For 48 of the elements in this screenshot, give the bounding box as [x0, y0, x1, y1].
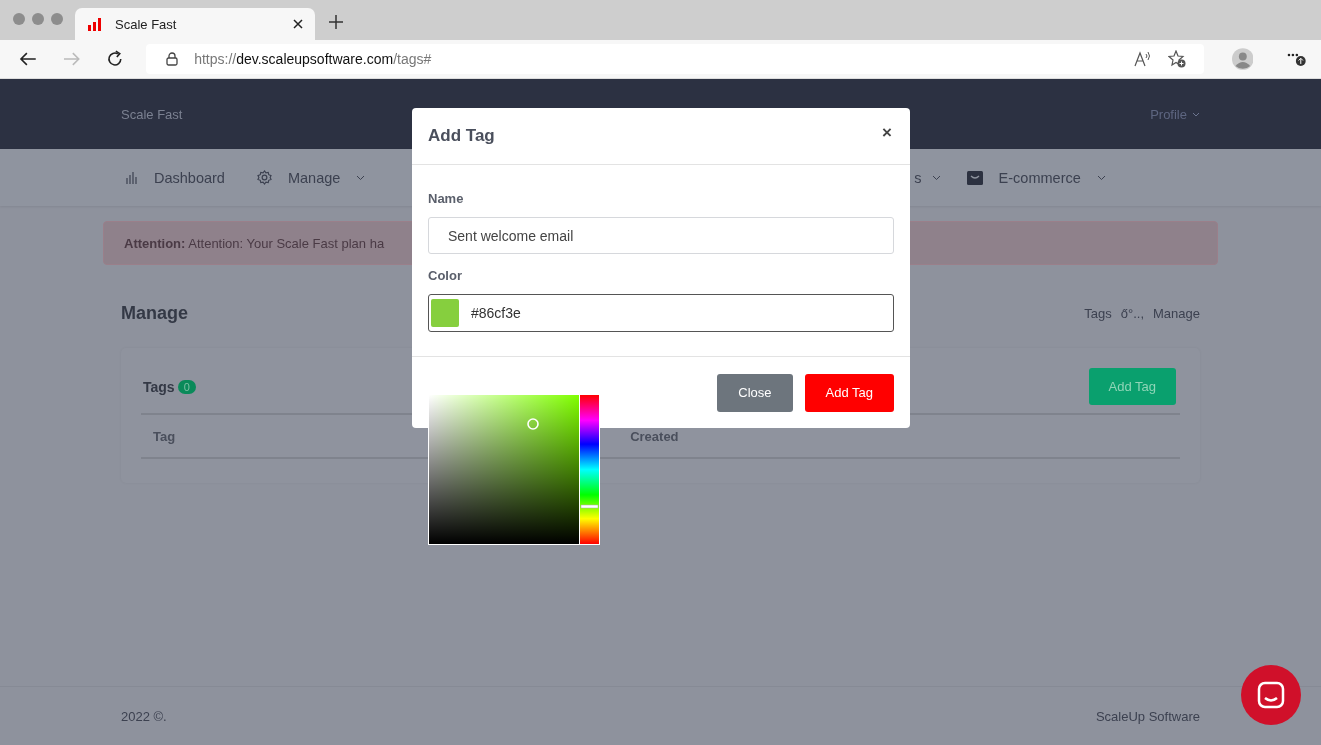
breadcrumb-item[interactable]: ő°..,: [1120, 306, 1144, 321]
menu-item[interactable]: Manage: [287, 169, 341, 186]
menu-item[interactable]: s: [914, 169, 922, 186]
new-tab-icon[interactable]: [329, 15, 343, 29]
brand-name[interactable]: Scale Fast: [121, 106, 183, 122]
chevron-down-icon: [1192, 111, 1200, 117]
copyright-text: 2022 ©.: [121, 708, 167, 724]
column-header: Created: [630, 429, 679, 444]
alert-text: Attention: Attention: Your Scale Fast plan ha: [124, 235, 385, 251]
dialog-title: Add Tag: [428, 126, 495, 146]
bar-chart-icon: [87, 17, 103, 31]
menu-item[interactable]: E-commerce: [998, 169, 1081, 186]
star-plus-icon[interactable]: [1167, 50, 1186, 68]
avatar-icon[interactable]: [1231, 48, 1254, 70]
browser-tab[interactable]: Scale Fast: [75, 8, 315, 40]
name-field[interactable]: Sent welcome email: [428, 217, 894, 254]
add-tag-button[interactable]: Add Tag: [1088, 368, 1176, 405]
add-tag-button[interactable]: Add Tag: [804, 373, 894, 412]
close-button[interactable]: Close: [717, 373, 793, 412]
color-picker-drawing[interactable]: [428, 394, 600, 545]
close-button[interactable]: ×: [880, 123, 894, 143]
mail-icon: [966, 170, 983, 185]
color-field[interactable]: #86cf3e: [428, 294, 894, 332]
page-title: Manage: [121, 303, 189, 324]
count-badge: 0: [177, 379, 196, 394]
company-name: ScaleUp Software: [1095, 708, 1200, 724]
read-aloud-icon[interactable]: [1133, 51, 1152, 67]
lock-icon: [166, 52, 179, 66]
column-header: Tag: [153, 429, 176, 444]
breadcrumb-item[interactable]: Manage: [1153, 306, 1200, 321]
card-title: Tags: [143, 378, 175, 395]
breadcrumb-item[interactable]: Tags: [1084, 306, 1112, 321]
bar-chart-icon: [126, 171, 138, 184]
profile-menu[interactable]: Profile: [1150, 106, 1200, 122]
chat-icon: [1257, 681, 1285, 709]
tab-title: Scale Fast: [115, 16, 178, 32]
color-value: #86cf3e: [471, 305, 521, 321]
settings-icon: [256, 170, 272, 185]
more-icon[interactable]: [1287, 51, 1308, 67]
close-icon[interactable]: [293, 19, 303, 29]
chat-button[interactable]: [1241, 665, 1301, 725]
menu-item[interactable]: Dashboard: [154, 169, 225, 186]
back-icon[interactable]: [19, 51, 37, 67]
color-swatch[interactable]: [431, 299, 459, 327]
field-label: Name: [428, 191, 465, 206]
url-text: https://dev.scaleupsoftware.com/tags#: [194, 51, 432, 67]
address-bar[interactable]: https://dev.scaleupsoftware.com/tags#: [146, 44, 1204, 74]
field-label: Color: [428, 268, 463, 283]
